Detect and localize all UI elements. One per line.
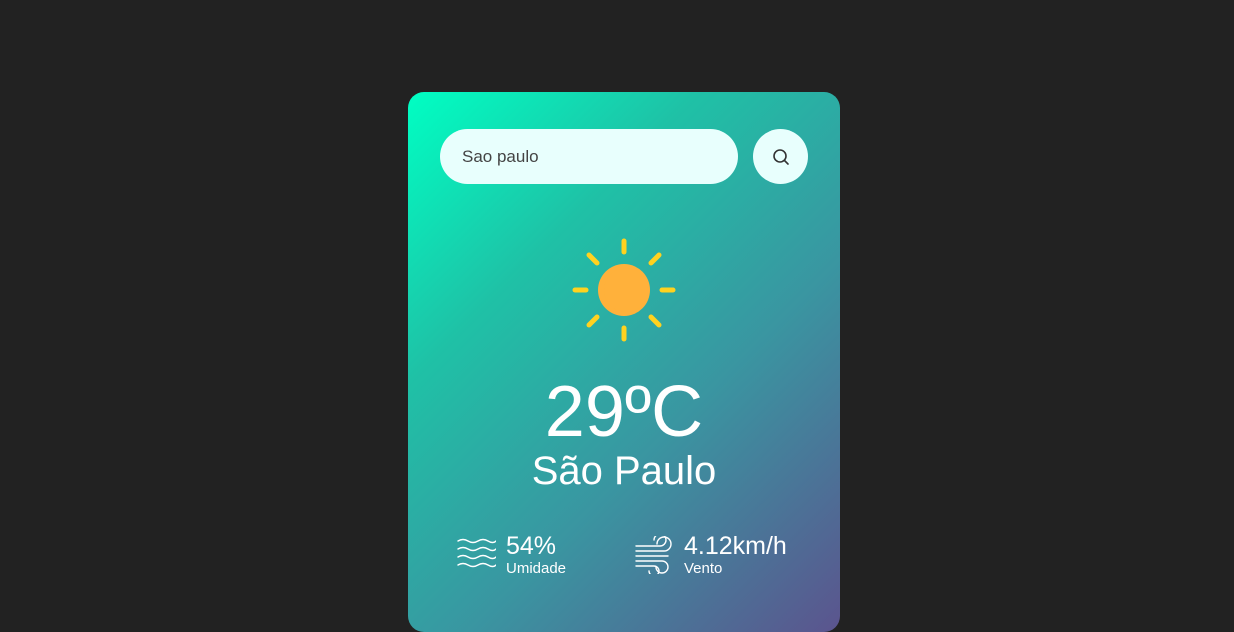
search-button[interactable] (753, 129, 808, 184)
city-name: São Paulo (531, 449, 717, 493)
humidity-text: 54% Umidade (506, 532, 566, 578)
humidity-label: Umidade (506, 560, 567, 577)
humidity-section: 54% Umidade (456, 532, 566, 578)
wind-value: 4.12km/h (684, 532, 787, 560)
wind-text: 4.12km/h Vento (684, 532, 787, 578)
humidity-value: 54% (506, 532, 557, 560)
sun-icon (570, 236, 678, 344)
waves-icon (456, 537, 496, 573)
wind-icon (634, 536, 674, 574)
wind-section: 4.12km/h Vento (634, 532, 787, 578)
weather-card: 29ºC São Paulo 54% Umidade (408, 92, 840, 632)
wind-label: Vento (684, 560, 723, 577)
temperature: 29ºC (544, 372, 704, 452)
search-icon (772, 148, 790, 166)
search-input[interactable] (440, 129, 738, 184)
